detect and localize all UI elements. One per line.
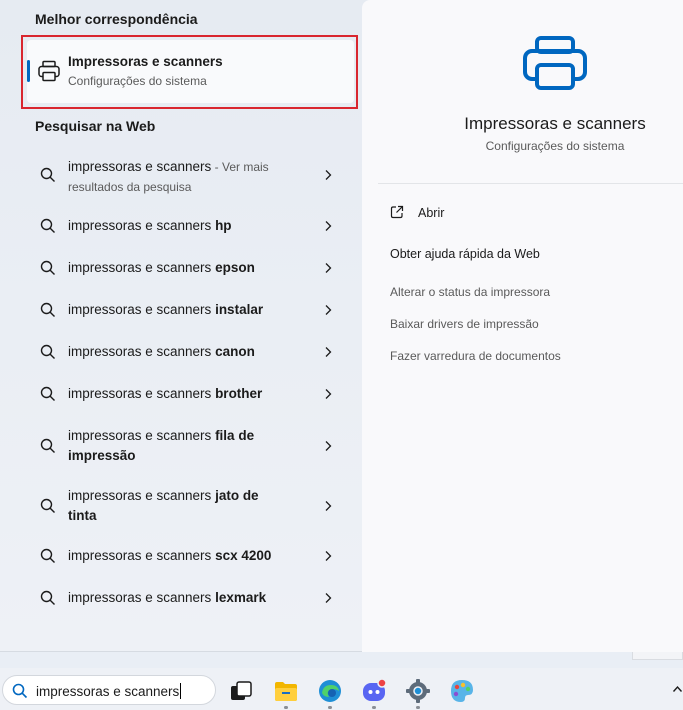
search-icon (12, 683, 28, 699)
web-result-text: impressoras e scanners scx 4200 (68, 548, 272, 563)
chevron-right-icon (325, 221, 332, 231)
detail-pane: Impressoras e scanners Configurações do … (362, 0, 683, 652)
chevron-right-icon (325, 551, 332, 561)
web-result-item[interactable]: impressoras e scanners fila de impressão (0, 426, 362, 466)
web-result-text: impressoras e scanners lexmark (68, 590, 267, 605)
running-indicator (284, 706, 288, 709)
web-result-item[interactable]: impressoras e scanners lexmark (0, 588, 362, 608)
taskbar-search-box[interactable]: impressoras e scanners (2, 675, 216, 705)
web-result-text: impressoras e scanners instalar (68, 302, 264, 317)
web-result-text: impressoras e scanners - Ver mais result… (68, 159, 269, 194)
chevron-right-icon (325, 441, 332, 451)
task-view-icon[interactable] (228, 678, 254, 704)
open-action[interactable]: Abrir (418, 206, 444, 220)
open-external-icon (390, 205, 404, 219)
web-help-heading: Obter ajuda rápida da Web (390, 247, 540, 261)
chevron-right-icon (325, 593, 332, 603)
web-result-item[interactable]: impressoras e scanners hp (0, 216, 362, 236)
paint-icon[interactable] (449, 678, 475, 704)
chevron-right-icon (325, 347, 332, 357)
help-link-printer-status[interactable]: Alterar o status da impressora (390, 285, 550, 299)
settings-icon[interactable] (405, 678, 431, 704)
edge-icon[interactable] (317, 678, 343, 704)
search-icon (40, 498, 55, 513)
search-icon (40, 386, 55, 401)
search-icon (40, 548, 55, 563)
chevron-right-icon (325, 170, 332, 180)
results-pane: Melhor correspondência Impressoras e sca… (0, 0, 362, 652)
running-indicator (328, 706, 332, 709)
divider (378, 183, 683, 184)
web-result-item[interactable]: impressoras e scanners canon (0, 342, 362, 362)
web-result-text: impressoras e scanners epson (68, 260, 255, 275)
search-icon (40, 218, 55, 233)
chevron-right-icon (325, 389, 332, 399)
help-link-download-drivers[interactable]: Baixar drivers de impressão (390, 317, 539, 331)
web-search-heading: Pesquisar na Web (35, 118, 156, 134)
chevron-right-icon (325, 501, 332, 511)
best-match-heading: Melhor correspondência (35, 11, 198, 27)
web-result-item[interactable]: impressoras e scanners jato de tinta (0, 486, 362, 526)
running-indicator (372, 706, 376, 709)
web-result-item[interactable]: impressoras e scanners - Ver mais result… (0, 157, 362, 197)
text-cursor (180, 683, 182, 699)
search-icon (40, 344, 55, 359)
file-explorer-icon[interactable] (273, 678, 299, 704)
search-icon (40, 260, 55, 275)
highlight-box (21, 35, 358, 109)
detail-subtitle: Configurações do sistema (485, 139, 625, 153)
chevron-up-icon[interactable] (672, 684, 683, 694)
web-result-text: impressoras e scanners jato de tinta (68, 488, 259, 523)
chevron-right-icon (325, 305, 332, 315)
help-link-scan-documents[interactable]: Fazer varredura de documentos (390, 349, 561, 363)
printer-large-icon (523, 36, 587, 90)
web-result-text: impressoras e scanners brother (68, 386, 263, 401)
background-window-edge (632, 652, 683, 660)
chevron-right-icon (325, 263, 332, 273)
web-result-text: impressoras e scanners fila de impressão (68, 428, 255, 463)
search-icon (40, 302, 55, 317)
search-icon (40, 590, 55, 605)
web-result-item[interactable]: impressoras e scanners scx 4200 (0, 546, 362, 566)
web-result-item[interactable]: impressoras e scanners instalar (0, 300, 362, 320)
running-indicator (416, 706, 420, 709)
web-result-text: impressoras e scanners hp (68, 218, 232, 233)
search-icon (40, 438, 55, 453)
detail-title: Impressoras e scanners (464, 114, 646, 133)
search-flyout: Melhor correspondência Impressoras e sca… (0, 0, 683, 652)
search-icon (40, 167, 55, 182)
web-result-text: impressoras e scanners canon (68, 344, 255, 359)
discord-icon[interactable] (361, 678, 387, 704)
web-result-item[interactable]: impressoras e scanners brother (0, 384, 362, 404)
web-result-item[interactable]: impressoras e scanners epson (0, 258, 362, 278)
search-input[interactable]: impressoras e scanners (36, 683, 182, 699)
